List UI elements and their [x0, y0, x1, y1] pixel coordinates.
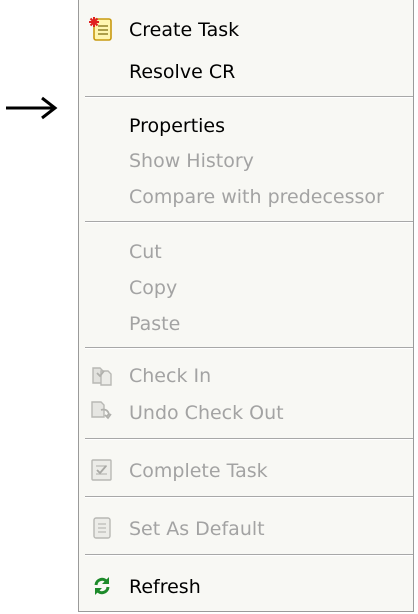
menu-item-label: Paste [129, 313, 181, 335]
menu-item-complete-task[interactable]: Complete Task [79, 453, 413, 487]
check-in-icon [92, 367, 112, 386]
menu-item-label: Properties [129, 115, 226, 137]
menu-item-show-history[interactable]: Show History [79, 143, 413, 177]
menu-item-properties[interactable]: Properties [79, 108, 413, 142]
refresh-icon [94, 577, 110, 595]
menu-item-refresh[interactable]: Refresh [79, 569, 413, 603]
menu-item-label: Undo Check Out [129, 402, 284, 424]
menu-separator [85, 438, 413, 440]
menu-item-check-in[interactable]: Check In [79, 358, 413, 392]
menu-item-label: Resolve CR [129, 61, 236, 83]
context-menu: Create Task Resolve CR Properties Show H… [78, 0, 414, 612]
menu-item-copy[interactable]: Copy [79, 270, 413, 304]
menu-separator [85, 554, 413, 556]
menu-item-label: Compare with predecessor [129, 186, 384, 208]
menu-item-label: Set As Default [129, 518, 265, 540]
menu-separator [85, 96, 413, 98]
complete-task-icon [91, 459, 112, 481]
menu-item-label: Create Task [129, 19, 240, 41]
menu-item-resolve-cr[interactable]: Resolve CR [79, 54, 413, 88]
menu-item-label: Complete Task [129, 460, 268, 482]
menu-item-undo-check-out[interactable]: Undo Check Out [79, 395, 413, 429]
menu-item-paste[interactable]: Paste [79, 306, 413, 340]
menu-item-label: Refresh [129, 576, 201, 598]
menu-item-compare-with-predecessor[interactable]: Compare with predecessor [79, 179, 413, 213]
create-task-icon [89, 17, 112, 41]
menu-item-cut[interactable]: Cut [79, 234, 413, 268]
set-as-default-icon [93, 517, 111, 539]
right-arrow-icon [6, 96, 58, 120]
menu-item-create-task[interactable]: Create Task [79, 12, 413, 46]
menu-separator [85, 221, 413, 223]
menu-separator [85, 347, 413, 349]
menu-item-label: Show History [129, 150, 254, 172]
screen: Create Task Resolve CR Properties Show H… [0, 0, 418, 614]
menu-item-set-as-default[interactable]: Set As Default [79, 511, 413, 545]
menu-item-label: Copy [129, 277, 178, 299]
menu-item-label: Check In [129, 365, 212, 387]
menu-separator [85, 496, 413, 498]
menu-item-label: Cut [129, 241, 162, 263]
undo-check-out-icon [91, 401, 112, 420]
